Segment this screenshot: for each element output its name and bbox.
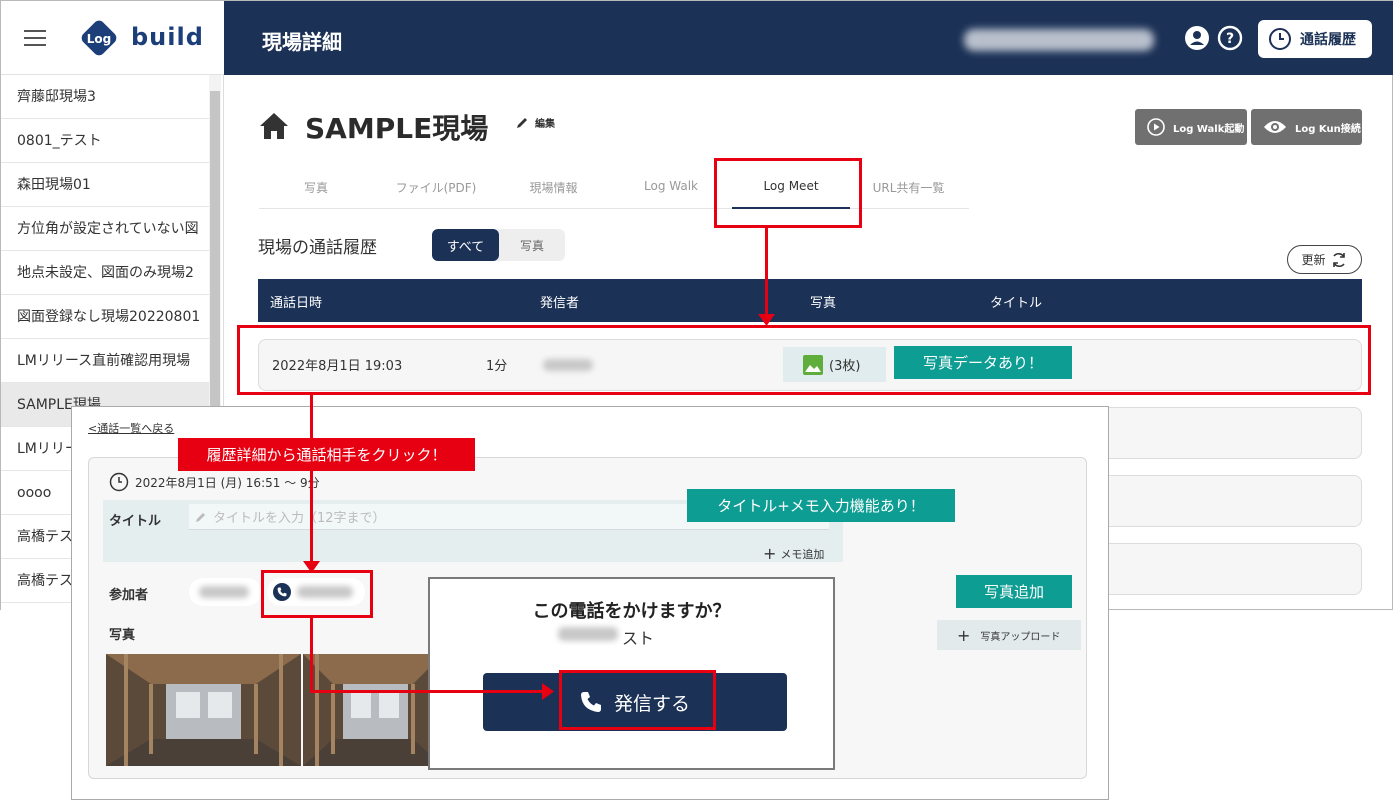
filter-photo-button[interactable]: 写真	[499, 229, 565, 261]
annotation-title-memo: タイトル+メモ入力機能あり！	[687, 489, 955, 522]
add-memo-button[interactable]: + メモ追加	[763, 544, 824, 563]
sidebar-header: Log build	[1, 1, 224, 75]
photos-label: 写真	[109, 628, 136, 643]
svg-text:?: ?	[1226, 31, 1234, 47]
call-datetime: 2022年8月1日 (月) 16:51 〜 9分	[109, 472, 320, 492]
logo-text: build	[131, 23, 204, 51]
sidebar-item[interactable]: 0801_テスト	[1, 119, 209, 163]
tab-photos[interactable]: 写真	[291, 179, 341, 196]
company-name-blurred	[964, 29, 1154, 51]
column-header: 発信者	[540, 296, 580, 311]
arrow-line	[765, 228, 768, 318]
highlight-log-meet-tab	[714, 158, 862, 228]
svg-text:Log: Log	[87, 32, 111, 46]
column-header: 写真	[810, 296, 837, 311]
call-history-label: 通話履歴	[1300, 32, 1356, 48]
title-placeholder: タイトルを入力（12字まで）	[213, 511, 386, 526]
call-datetime-text: 2022年8月1日 (月) 16:51 〜 9分	[135, 475, 320, 490]
hamburger-menu-icon[interactable]	[24, 30, 46, 46]
arrow-line	[310, 618, 313, 693]
tab-site-info[interactable]: 現場情報	[516, 179, 591, 196]
sidebar-item[interactable]: 図面登録なし現場20220801	[1, 295, 209, 339]
pencil-icon	[517, 117, 527, 128]
tab-url-share[interactable]: URL共有一覧	[861, 179, 956, 196]
dialog-question: この電話をかけますか？	[532, 601, 731, 622]
eye-icon	[1264, 121, 1286, 133]
title-label: タイトル	[109, 514, 162, 529]
site-photo-thumbnail[interactable]	[106, 654, 301, 766]
participants-label: 参加者	[109, 588, 149, 603]
filter-all-button[interactable]: すべて	[432, 229, 499, 261]
annotation-click-hint: 履歴詳細から通話相手をクリック！	[178, 438, 475, 471]
sidebar-item[interactable]: 方位角が設定されていない図	[1, 207, 209, 251]
logwalk-launch-label: Log Walk起動	[1173, 123, 1245, 135]
page-title: 現場詳細	[262, 30, 342, 54]
callee-name-suffix: スト	[622, 629, 655, 648]
filter-toggle: すべて 写真	[432, 229, 565, 261]
highlight-history-row	[237, 325, 1371, 395]
edit-link[interactable]: 編集	[515, 115, 555, 130]
logkun-connect-label: Log Kun接続	[1295, 123, 1361, 135]
callee-name-blurred	[558, 627, 618, 641]
refresh-label: 更新	[1301, 253, 1326, 267]
arrow-line	[310, 395, 313, 565]
help-icon[interactable]: ?	[1217, 25, 1243, 51]
site-title: SAMPLE現場	[305, 112, 489, 145]
plus-icon: +	[763, 544, 777, 563]
refresh-icon	[1332, 252, 1345, 267]
home-icon	[260, 113, 288, 139]
play-circle-icon	[1147, 118, 1165, 136]
edit-label: 編集	[535, 119, 555, 130]
column-header: タイトル	[990, 296, 1043, 311]
clock-icon	[109, 472, 129, 492]
top-bar: 現場詳細 ? 通話履歴	[224, 1, 1393, 75]
site-photo-thumbnail[interactable]	[303, 654, 443, 766]
pencil-icon	[196, 512, 205, 522]
column-header: 通話日時	[270, 296, 323, 311]
arrow-right-icon	[542, 683, 554, 700]
sidebar-item[interactable]: 齊藤邸現場3	[1, 75, 209, 119]
participant-name-blurred	[199, 586, 249, 598]
tab-files[interactable]: ファイル(PDF)	[381, 179, 491, 196]
sidebar-item[interactable]: LMリリース直前確認用現場	[1, 339, 209, 383]
call-history-title: 現場の通話履歴	[258, 238, 377, 258]
photo-upload-label: 写真アップロード	[980, 631, 1061, 643]
highlight-participant	[261, 570, 373, 618]
highlight-call-button	[559, 670, 716, 730]
back-to-list-link[interactable]: <通話一覧へ戻る	[88, 420, 174, 436]
refresh-button[interactable]: 更新	[1287, 245, 1362, 274]
tab-log-walk[interactable]: Log Walk	[631, 179, 711, 193]
add-memo-label: メモ追加	[780, 547, 825, 561]
clock-icon	[1269, 28, 1291, 50]
logwalk-launch-button[interactable]: Log Walk起動	[1135, 109, 1247, 145]
annotation-photo-add: 写真追加	[956, 575, 1072, 608]
history-table-header: 通話日時 発信者 写真 タイトル	[258, 279, 1362, 322]
arrow-line	[310, 690, 546, 693]
plus-icon: +	[957, 625, 971, 645]
logo-icon: Log	[81, 20, 117, 56]
user-icon[interactable]	[1184, 25, 1210, 51]
sidebar-item[interactable]: 地点未設定、図面のみ現場2	[1, 251, 209, 295]
sidebar-item[interactable]: 森田現場01	[1, 163, 209, 207]
call-history-button[interactable]: 通話履歴	[1258, 20, 1372, 58]
logkun-connect-button[interactable]: Log Kun接続	[1251, 109, 1362, 145]
participant-chip[interactable]	[189, 578, 261, 606]
photo-upload-button[interactable]: + 写真アップロード	[937, 620, 1081, 650]
